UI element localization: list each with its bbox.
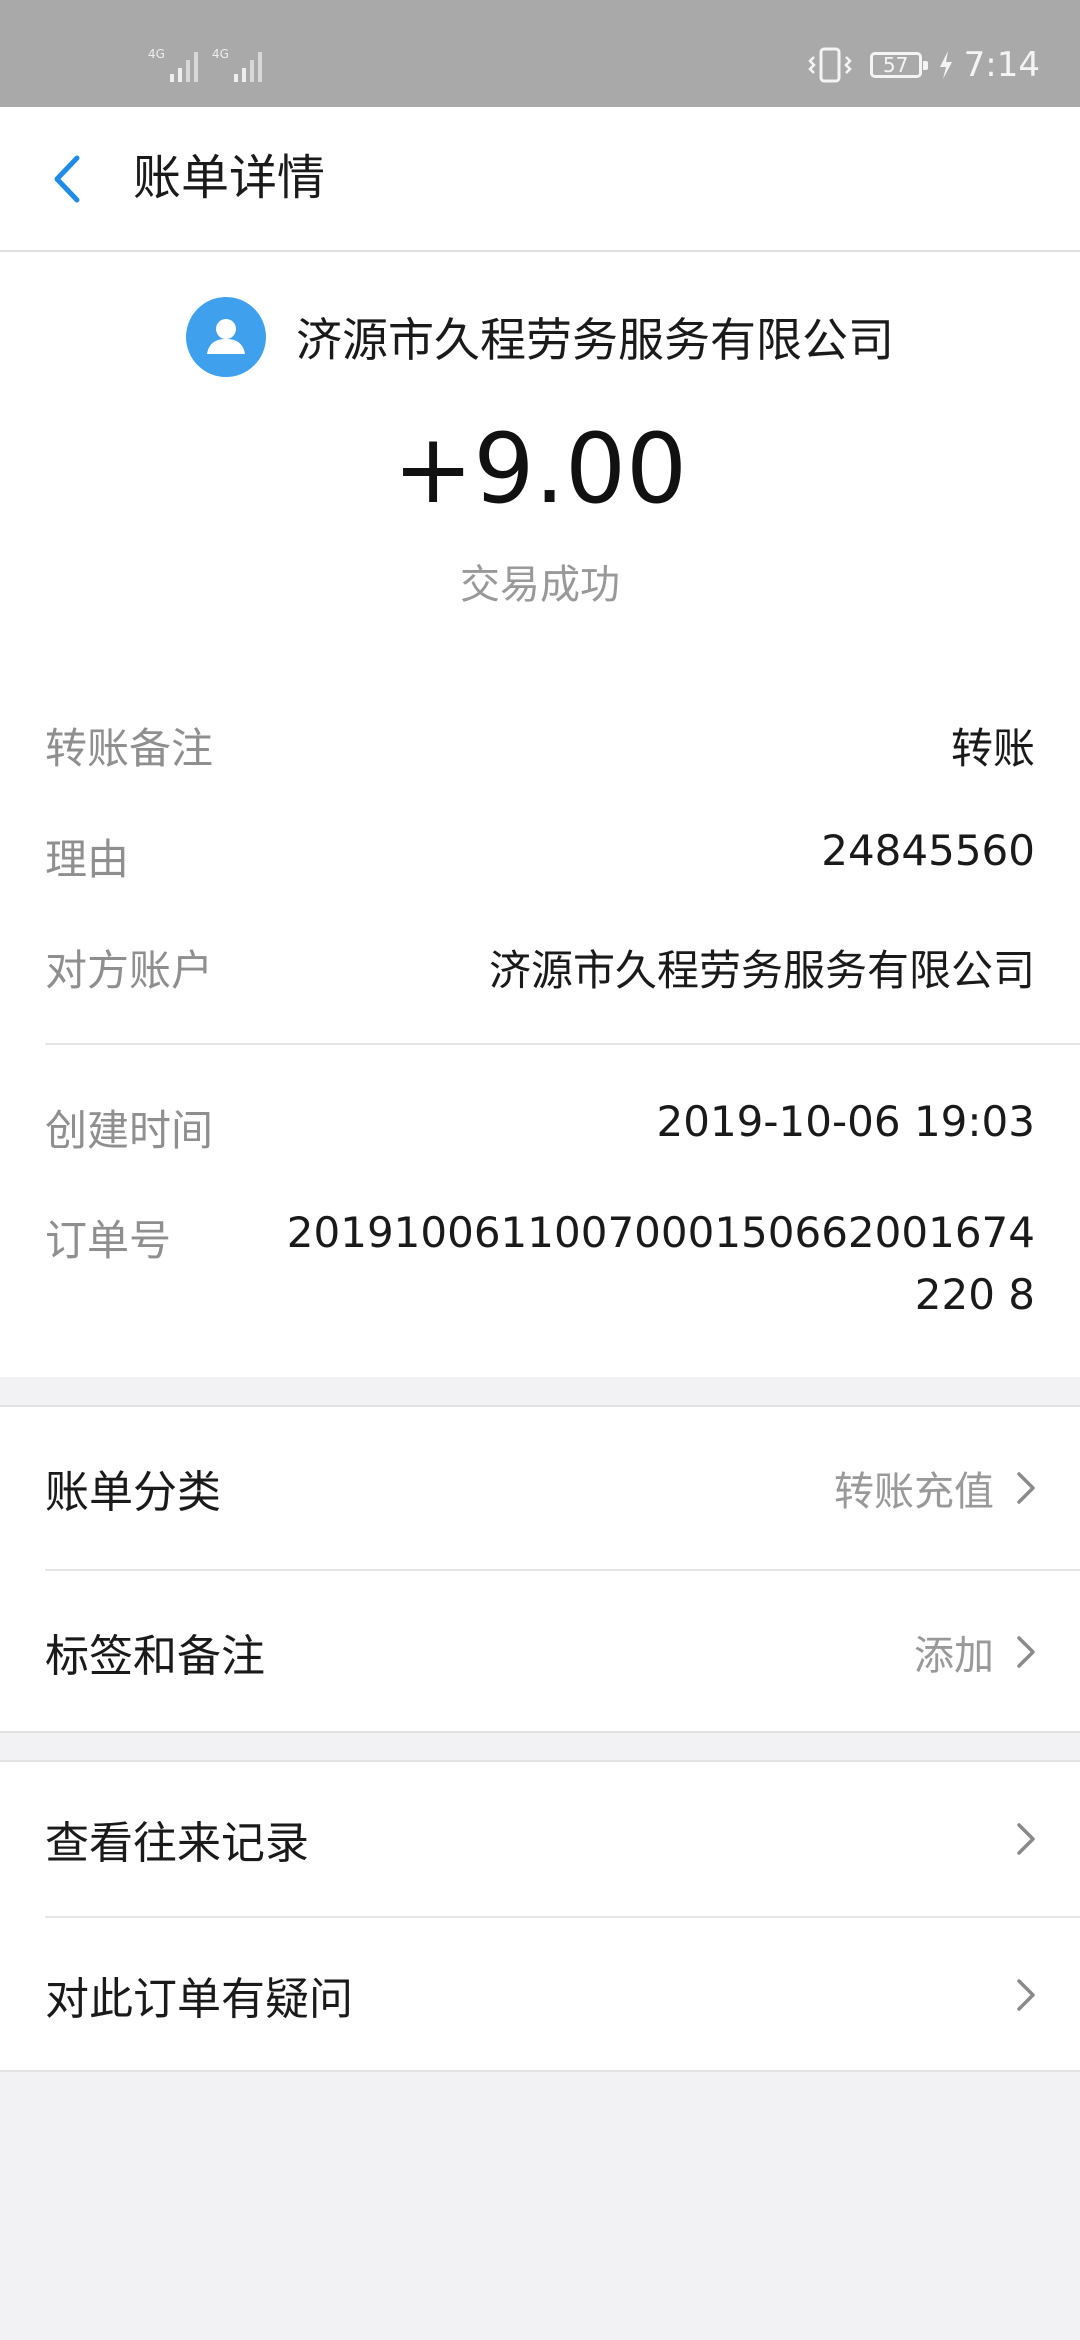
tags-and-notes-item[interactable]: 标签和备注 添加: [0, 1571, 1080, 1733]
avatar: [186, 297, 266, 377]
list-item-label: 对此订单有疑问: [45, 1974, 353, 2025]
list-item-value: 添加: [914, 1633, 994, 1679]
view-history-item[interactable]: 查看往来记录: [0, 1762, 1080, 1916]
signal-icon: 4G: [212, 47, 262, 82]
order-question-item[interactable]: 对此订单有疑问: [0, 1918, 1080, 2072]
detail-row-created: 创建时间 2019-10-06 19:03: [45, 1097, 1035, 1158]
detail-label: 转账备注: [45, 724, 214, 773]
detail-row-note: 转账备注 转账: [45, 715, 1035, 776]
detail-label: 订单号: [45, 1216, 172, 1265]
chevron-left-icon: [54, 155, 80, 203]
detail-label: 对方账户: [45, 946, 214, 995]
chevron-right-icon: [1017, 1636, 1035, 1668]
detail-value: 24845560: [821, 826, 1035, 875]
user-icon: [207, 319, 245, 354]
detail-value: 济源市久程劳务服务有限公司: [488, 946, 1035, 995]
svg-text:4G: 4G: [212, 47, 229, 61]
detail-label: 理由: [45, 835, 130, 884]
detail-row-account: 对方账户 济源市久程劳务服务有限公司: [45, 937, 1035, 998]
status-bar: 4G 4G 57 7:14: [0, 0, 1080, 107]
svg-text:4G: 4G: [148, 47, 165, 61]
bill-summary-card: 济源市久程劳务服务有限公司 +9.00 交易成功 转账备注 转账 理由 2484…: [0, 252, 1080, 1377]
header: 账单详情: [0, 107, 1080, 252]
status-time: 7:14: [963, 45, 1040, 85]
bill-options-card: 账单分类 转账充值 标签和备注 添加: [0, 1405, 1080, 1733]
list-item-label: 查看往来记录: [45, 1818, 309, 1869]
detail-row-reason: 理由 24845560: [45, 826, 1035, 887]
transaction-status: 交易成功: [460, 562, 620, 608]
merchant-name: 济源市久程劳务服务有限公司: [296, 313, 894, 367]
list-item-label: 账单分类: [45, 1467, 221, 1518]
charging-icon: [939, 51, 952, 79]
vibrate-icon: [807, 47, 852, 83]
chevron-right-icon: [1017, 1979, 1035, 2011]
list-item-label: 标签和备注: [45, 1631, 265, 1682]
merchant-row: 济源市久程劳务服务有限公司: [0, 292, 1080, 382]
battery-level: 57: [882, 53, 909, 77]
battery-icon: 57: [869, 52, 928, 78]
page-title: 账单详情: [133, 150, 326, 206]
detail-label: 创建时间: [45, 1106, 214, 1155]
chevron-right-icon: [1017, 1472, 1035, 1504]
order-number: 2019100611007000150662001674220 8: [286, 1208, 1035, 1319]
signal-icon: 4G: [148, 47, 198, 82]
detail-value: 转账: [950, 724, 1035, 773]
transaction-amount: +9.00: [392, 413, 688, 525]
back-button[interactable]: [30, 137, 102, 221]
bill-actions-card: 查看往来记录 对此订单有疑问: [0, 1760, 1080, 2072]
list-item-value: 转账充值: [834, 1469, 994, 1515]
divider: [45, 1043, 1080, 1045]
detail-value: 2019-10-06 19:03: [656, 1097, 1035, 1146]
chevron-right-icon: [1017, 1823, 1035, 1855]
status-indicators: 57 7:14: [807, 40, 1040, 90]
detail-row-order-number: 订单号 2019100611007000150662001674220 8: [45, 1207, 1035, 1326]
bill-category-item[interactable]: 账单分类 转账充值: [0, 1407, 1080, 1569]
